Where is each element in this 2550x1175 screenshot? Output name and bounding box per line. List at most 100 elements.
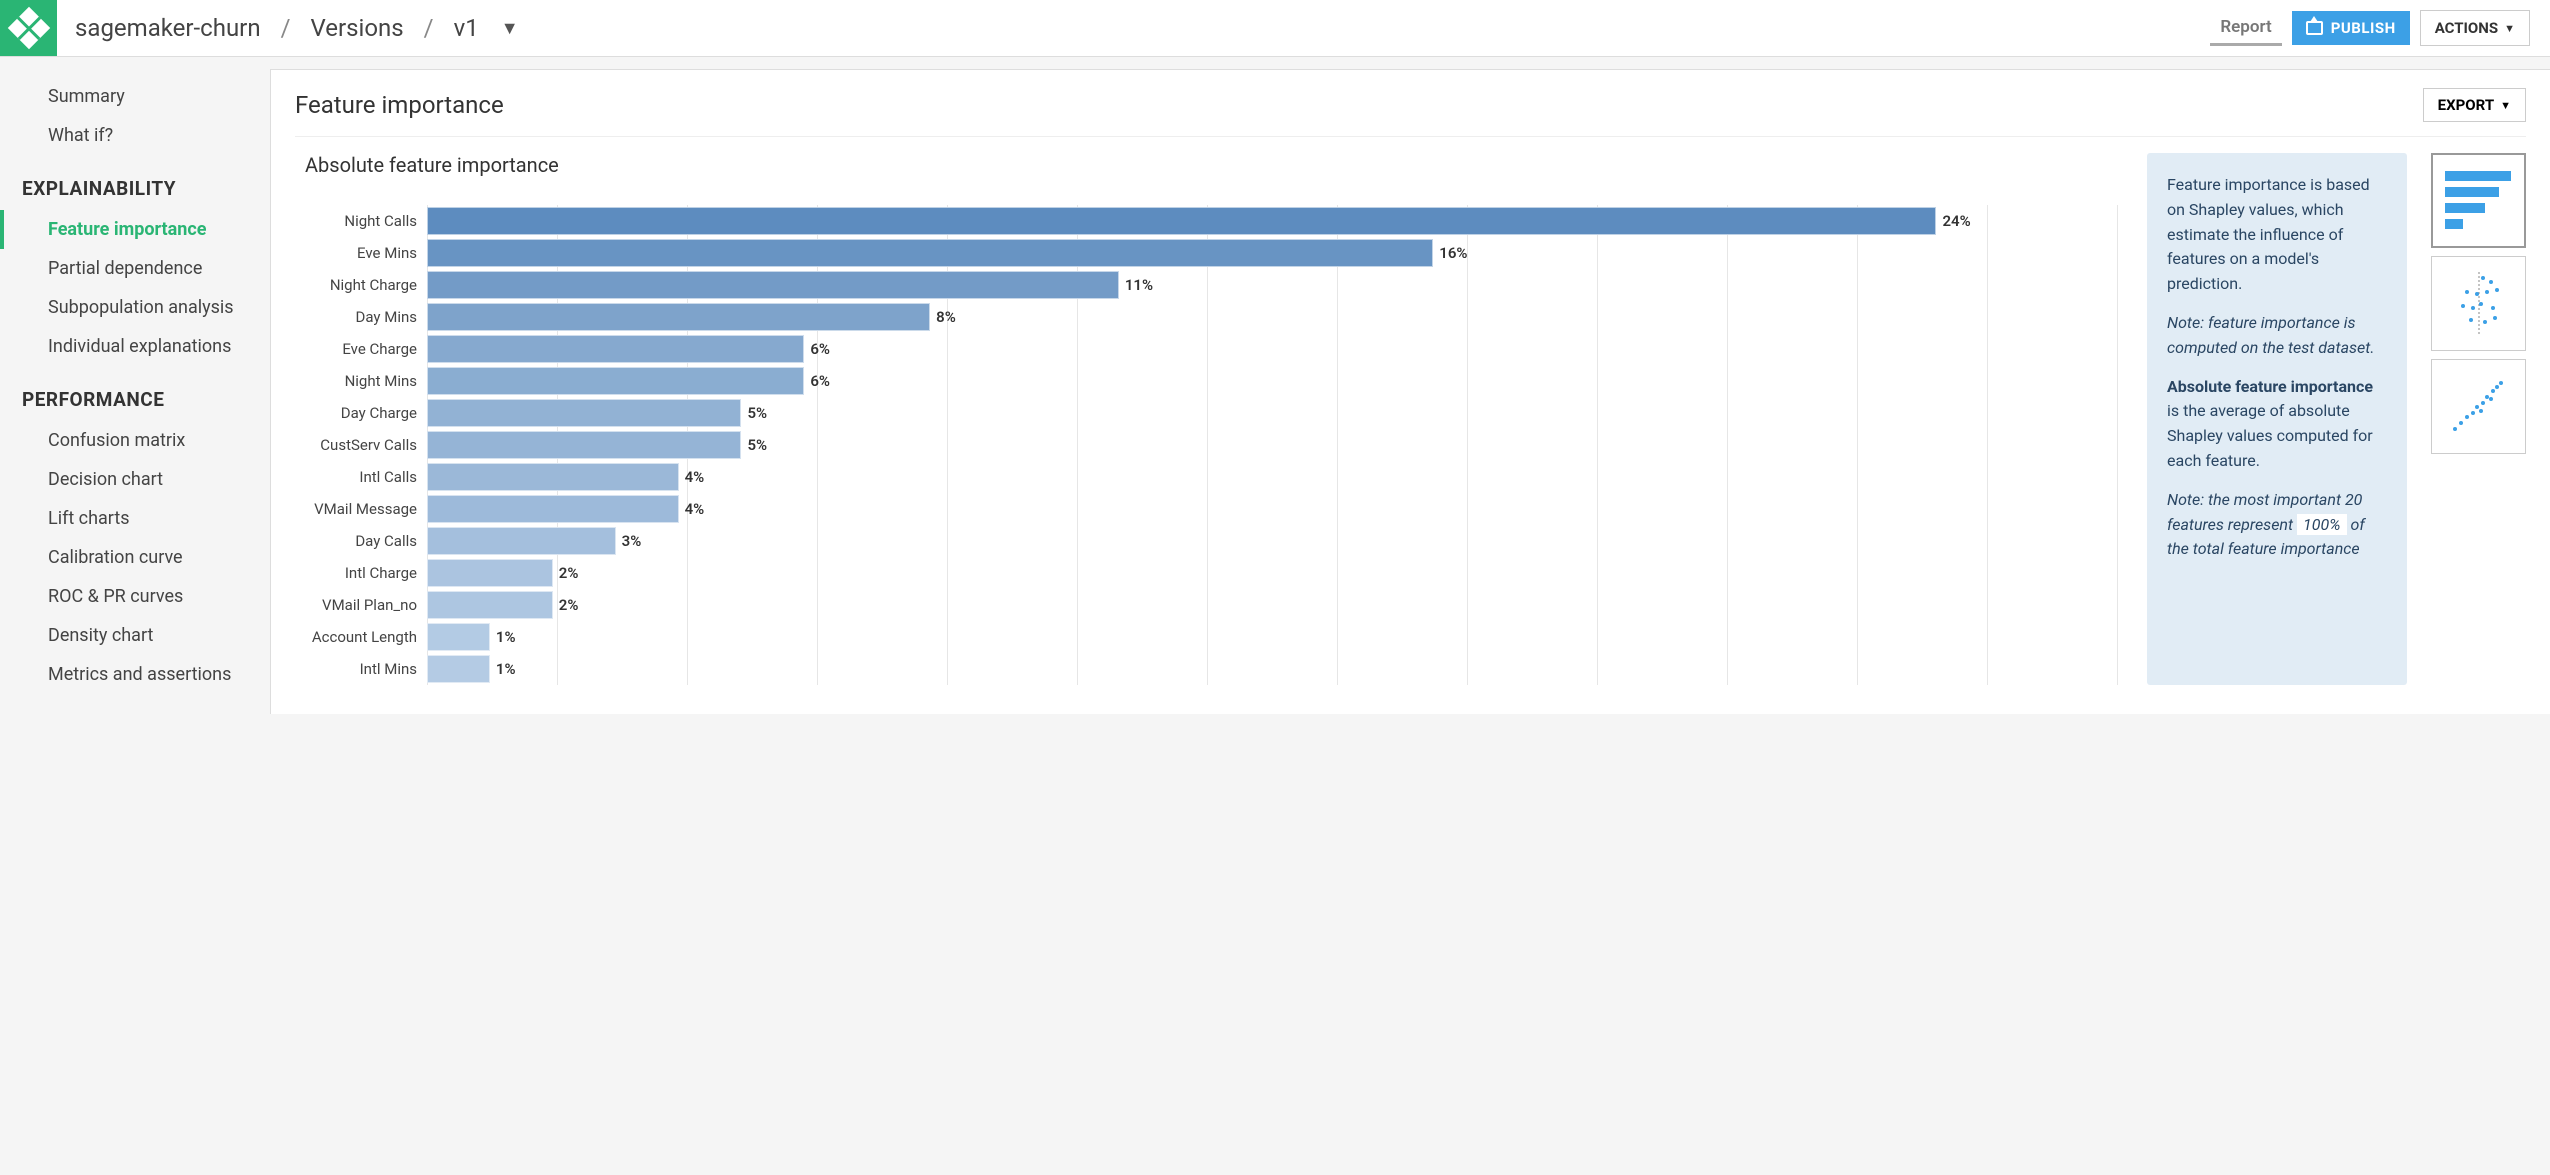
- breadcrumb-separator: /: [281, 14, 291, 42]
- bar-label: VMail Message: [305, 493, 427, 525]
- sidebar-item-decision-chart[interactable]: Decision chart: [0, 460, 270, 499]
- thumb-beeswarm[interactable]: [2431, 256, 2526, 351]
- sidebar-item-individual-explanations[interactable]: Individual explanations: [0, 327, 270, 366]
- bar-value: 24%: [1942, 212, 1970, 230]
- bar-row: 4%: [427, 493, 2123, 525]
- bar-chart-icon: [2443, 165, 2515, 237]
- breadcrumb-item[interactable]: sagemaker-churn: [75, 14, 261, 42]
- sidebar-item-metrics-assertions[interactable]: Metrics and assertions: [0, 655, 270, 694]
- info-panel: Feature importance is based on Shapley v…: [2147, 153, 2407, 685]
- info-note: Note: feature importance is computed on …: [2167, 311, 2387, 361]
- bar-label: Intl Calls: [305, 461, 427, 493]
- sidebar-section-performance: PERFORMANCE: [0, 366, 270, 421]
- sidebar-item-partial-dependence[interactable]: Partial dependence: [0, 249, 270, 288]
- bar-row: 2%: [427, 589, 2123, 621]
- bar-label: Day Mins: [305, 301, 427, 333]
- chevron-down-icon[interactable]: ▼: [501, 18, 519, 39]
- bar[interactable]: [427, 239, 1433, 267]
- bar[interactable]: [427, 399, 741, 427]
- tab-report[interactable]: Report: [2210, 11, 2281, 46]
- bar-row: 5%: [427, 429, 2123, 461]
- bar[interactable]: [427, 367, 804, 395]
- actions-button[interactable]: ACTIONS ▼: [2420, 10, 2530, 46]
- chevron-down-icon: ▼: [2504, 22, 2515, 35]
- publish-button[interactable]: PUBLISH: [2292, 11, 2410, 45]
- bar-value: 2%: [559, 596, 579, 614]
- bar-label: Intl Mins: [305, 653, 427, 685]
- export-button[interactable]: EXPORT ▼: [2423, 88, 2526, 122]
- bar-label: Eve Mins: [305, 237, 427, 269]
- brand-logo[interactable]: [0, 0, 57, 56]
- bar-value: 3%: [622, 532, 642, 550]
- breadcrumb: sagemaker-churn / Versions / v1 ▼: [57, 0, 2210, 56]
- bar[interactable]: [427, 527, 616, 555]
- publish-icon: [2306, 21, 2323, 35]
- bar-label: Night Calls: [305, 205, 427, 237]
- bar-label: Intl Charge: [305, 557, 427, 589]
- bar[interactable]: [427, 431, 741, 459]
- sidebar-item-whatif[interactable]: What if?: [0, 116, 270, 155]
- bar-row: 16%: [427, 237, 2123, 269]
- bar-value: 5%: [747, 436, 767, 454]
- bar-row: 8%: [427, 301, 2123, 333]
- bar[interactable]: [427, 559, 553, 587]
- actions-label: ACTIONS: [2435, 19, 2498, 37]
- breadcrumb-separator: /: [424, 14, 434, 42]
- sidebar: Summary What if? EXPLAINABILITY Feature …: [0, 57, 270, 714]
- thumb-scatter[interactable]: [2431, 359, 2526, 454]
- bar-label: Day Charge: [305, 397, 427, 429]
- chart-title: Absolute feature importance: [295, 153, 2123, 177]
- bar-label: Day Calls: [305, 525, 427, 557]
- bar-row: 4%: [427, 461, 2123, 493]
- bar-row: 6%: [427, 365, 2123, 397]
- bar-value: 11%: [1125, 276, 1153, 294]
- bar[interactable]: [427, 463, 679, 491]
- sidebar-item-feature-importance[interactable]: Feature importance: [0, 210, 270, 249]
- bar[interactable]: [427, 207, 1936, 235]
- sidebar-item-roc-pr[interactable]: ROC & PR curves: [0, 577, 270, 616]
- bar-value: 1%: [496, 628, 516, 646]
- chevron-down-icon: ▼: [2500, 99, 2511, 112]
- bar-label: Night Mins: [305, 365, 427, 397]
- bar-value: 5%: [747, 404, 767, 422]
- bar-row: 24%: [427, 205, 2123, 237]
- info-paragraph: Absolute feature importance is the avera…: [2167, 375, 2387, 474]
- bar-row: 3%: [427, 525, 2123, 557]
- breadcrumb-item[interactable]: Versions: [310, 14, 403, 42]
- app-header: sagemaker-churn / Versions / v1 ▼ Report…: [0, 0, 2550, 57]
- bar[interactable]: [427, 335, 804, 363]
- bar-row: 5%: [427, 397, 2123, 429]
- bar-label: Night Charge: [305, 269, 427, 301]
- sidebar-item-calibration-curve[interactable]: Calibration curve: [0, 538, 270, 577]
- bar-value: 4%: [685, 500, 705, 518]
- thumb-bar-chart[interactable]: [2431, 153, 2526, 248]
- bar[interactable]: [427, 623, 490, 651]
- sidebar-item-confusion-matrix[interactable]: Confusion matrix: [0, 421, 270, 460]
- chart-type-thumbnails: [2431, 153, 2526, 685]
- bar-value: 6%: [810, 372, 830, 390]
- bar-row: 2%: [427, 557, 2123, 589]
- sidebar-item-summary[interactable]: Summary: [0, 77, 270, 116]
- sidebar-item-density-chart[interactable]: Density chart: [0, 616, 270, 655]
- info-percentage: 100%: [2297, 514, 2347, 535]
- info-paragraph: Feature importance is based on Shapley v…: [2167, 173, 2387, 297]
- bar-row: 11%: [427, 269, 2123, 301]
- bar-label: Eve Charge: [305, 333, 427, 365]
- info-note: Note: the most important 20 features rep…: [2167, 488, 2387, 562]
- bar[interactable]: [427, 303, 930, 331]
- breadcrumb-item[interactable]: v1: [454, 14, 479, 42]
- bar-value: 1%: [496, 660, 516, 678]
- bar[interactable]: [427, 271, 1119, 299]
- dot-chart-icon: [2443, 268, 2515, 340]
- sidebar-item-subpopulation[interactable]: Subpopulation analysis: [0, 288, 270, 327]
- bar-value: 16%: [1439, 244, 1467, 262]
- bar[interactable]: [427, 495, 679, 523]
- bar-value: 4%: [685, 468, 705, 486]
- bar[interactable]: [427, 591, 553, 619]
- chart-column: Absolute feature importance Night CallsE…: [295, 153, 2123, 685]
- bar-label: Account Length: [305, 621, 427, 653]
- bar-row: 1%: [427, 621, 2123, 653]
- bar[interactable]: [427, 655, 490, 683]
- sidebar-item-lift-charts[interactable]: Lift charts: [0, 499, 270, 538]
- bar-row: 1%: [427, 653, 2123, 685]
